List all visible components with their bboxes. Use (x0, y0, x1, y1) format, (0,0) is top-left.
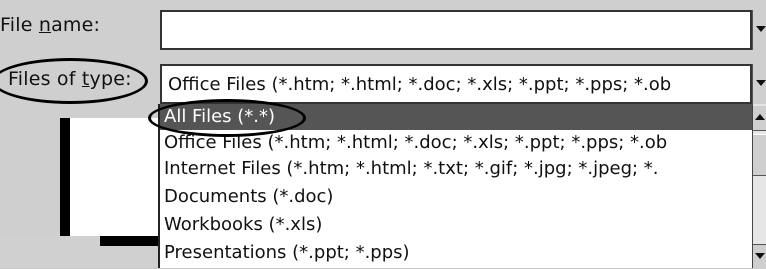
list-item-all-files[interactable]: All Files (*.*) (160, 104, 752, 130)
files-of-type-label-prefix: Files of (8, 68, 82, 90)
file-name-label: File name: (0, 14, 100, 36)
scroll-up-arrow-icon (755, 114, 765, 120)
chevron-down-icon (756, 80, 766, 86)
files-of-type-label: Files of type: (8, 68, 132, 90)
background-window-shadow (100, 236, 160, 246)
files-of-type-selected-value: Office Files (*.htm; *.html; *.doc; *.xl… (168, 74, 672, 95)
file-name-label-accelerator: n (38, 14, 52, 36)
files-of-type-dropdown-button[interactable] (752, 64, 766, 104)
file-name-dropdown-button[interactable] (752, 10, 766, 50)
scroll-down-button[interactable] (753, 244, 766, 269)
chevron-down-icon (756, 26, 766, 32)
file-name-label-suffix: ame: (51, 14, 101, 36)
list-item-office-files[interactable]: Office Files (*.htm; *.html; *.doc; *.xl… (160, 130, 752, 156)
scroll-down-arrow-icon (755, 253, 765, 259)
list-item-documents[interactable]: Documents (*.doc) (160, 184, 752, 210)
list-item-internet-files[interactable]: Internet Files (*.htm; *.html; *.txt; *.… (160, 156, 752, 182)
list-item-workbooks[interactable]: Workbooks (*.xls) (160, 212, 752, 238)
scroll-up-button[interactable] (753, 106, 766, 131)
files-of-type-label-suffix: ype: (89, 68, 132, 90)
background-window-content (70, 118, 160, 236)
file-name-input[interactable] (160, 10, 752, 50)
files-of-type-select[interactable]: Office Files (*.htm; *.html; *.doc; *.xl… (160, 64, 752, 104)
files-of-type-dropdown-list: All Files (*.*) Office Files (*.htm; *.h… (158, 104, 752, 268)
scroll-thumb[interactable] (753, 134, 766, 176)
list-item-presentations[interactable]: Presentations (*.ppt; *.pps) (160, 240, 752, 266)
dropdown-scrollbar[interactable] (752, 104, 766, 269)
file-name-label-prefix: File (0, 14, 39, 36)
files-of-type-label-accelerator: t (81, 68, 90, 90)
